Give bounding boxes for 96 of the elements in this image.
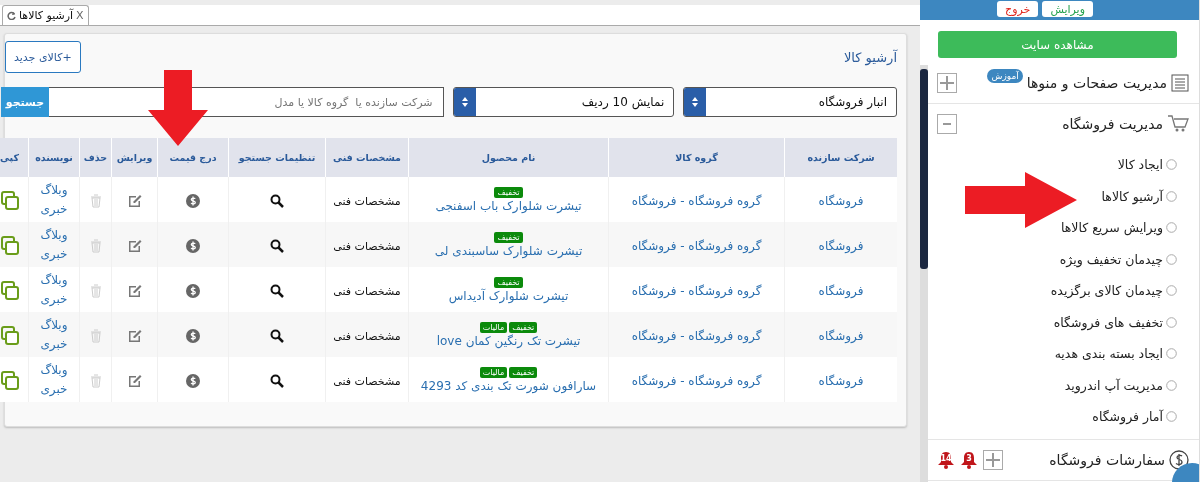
- search-icon[interactable]: [270, 328, 284, 343]
- tag: تخفیف: [494, 231, 523, 243]
- column-header[interactable]: کپی: [0, 138, 29, 177]
- copy-icon[interactable]: [0, 370, 19, 390]
- circle-bullet-icon: [1166, 411, 1177, 423]
- circle-bullet-icon: [1166, 222, 1177, 234]
- maker-link[interactable]: فروشگاه: [818, 239, 864, 253]
- circle-bullet-icon: [1166, 316, 1177, 328]
- dollar-icon[interactable]: [186, 328, 200, 343]
- menu-item[interactable]: ایجاد کالا: [1117, 157, 1163, 173]
- dollar-icon[interactable]: [186, 193, 200, 208]
- menu-item[interactable]: چیدمان کالای برگزیده: [1050, 283, 1163, 299]
- new-item-button[interactable]: +کالای جدید: [5, 41, 81, 73]
- search-icon[interactable]: [270, 238, 284, 253]
- circle-bullet-icon: [1166, 190, 1177, 202]
- column-header[interactable]: گروه کالا: [608, 138, 785, 177]
- edit-icon[interactable]: [127, 328, 142, 343]
- tag: مالیات: [479, 366, 508, 378]
- copy-icon[interactable]: [0, 280, 19, 300]
- maker-link[interactable]: فروشگاه: [818, 194, 864, 208]
- dropdown[interactable]: نمایش 10 ردیف: [452, 87, 675, 117]
- circle-bullet-icon: [1166, 253, 1177, 265]
- copy-icon[interactable]: [0, 190, 19, 210]
- menu-item[interactable]: مدیریت صفحات و منوها: [1026, 75, 1167, 91]
- menu-item[interactable]: آرشیو کالاها: [1101, 188, 1163, 204]
- specs-link[interactable]: مشخصات فنی: [333, 330, 401, 343]
- circle-bullet-icon: [1166, 379, 1177, 391]
- column-header[interactable]: مشخصات فنی: [325, 138, 409, 177]
- scroll-thumb[interactable]: [920, 69, 928, 269]
- edit-icon[interactable]: [127, 238, 142, 253]
- updown-icon: [691, 96, 700, 108]
- circle-bullet-icon: [1166, 348, 1177, 360]
- product-link[interactable]: تیشرت شلوارک باب اسفنجی: [435, 198, 582, 213]
- copy-icon[interactable]: [0, 325, 19, 345]
- tutorial-badge: آموزش: [987, 69, 1023, 83]
- column-header[interactable]: نام محصول: [408, 138, 609, 177]
- copy-icon[interactable]: [0, 235, 19, 255]
- circle-bullet-icon: [1166, 285, 1177, 297]
- search-icon[interactable]: [270, 373, 284, 388]
- column-header[interactable]: تنظیمات جستجو: [228, 138, 326, 177]
- group-link[interactable]: گروه فروشگاه - فروشگاه: [631, 329, 762, 343]
- search-button[interactable]: جستجو: [1, 87, 49, 117]
- edit-icon[interactable]: [127, 373, 142, 388]
- menu-item[interactable]: مدیریت فروشگاه: [1062, 116, 1163, 132]
- product-link[interactable]: تیشرت تک رنگین کمان love: [436, 333, 581, 348]
- menu-item[interactable]: مدیریت آپ اندروید: [1064, 377, 1163, 393]
- tab-title: آرشیو کالاها: [19, 9, 74, 22]
- close-button[interactable]: X: [76, 9, 84, 22]
- menu-item[interactable]: ایجاد بسته بندی هدیه: [1054, 346, 1163, 362]
- dollar-icon[interactable]: [186, 283, 200, 298]
- column-header[interactable]: ویرایش: [111, 138, 158, 177]
- dollar-icon[interactable]: [186, 373, 200, 388]
- dollar-icon[interactable]: [186, 238, 200, 253]
- search-icon[interactable]: [270, 283, 284, 298]
- author-link[interactable]: وبلاگ خبری: [36, 315, 72, 354]
- specs-link[interactable]: مشخصات فنی: [333, 240, 401, 253]
- edit-button[interactable]: ویرایش: [1042, 1, 1093, 17]
- author-link[interactable]: وبلاگ خبری: [36, 225, 72, 264]
- circle-bullet-icon: [1166, 159, 1177, 171]
- menu-item[interactable]: تخفیف های فروشگاه: [1053, 314, 1163, 330]
- edit-icon[interactable]: [127, 193, 142, 208]
- expand-icon[interactable]: [983, 449, 1003, 470]
- collapse-icon[interactable]: [937, 114, 957, 134]
- column-header[interactable]: شرکت سازنده: [784, 138, 897, 177]
- updown-icon: [460, 96, 469, 108]
- tag: تخفیف: [509, 366, 538, 378]
- logout-button[interactable]: خروج: [997, 1, 1039, 17]
- dollar-icon: [1169, 449, 1189, 470]
- column-header[interactable]: درج قیمت: [157, 138, 229, 177]
- menu-item[interactable]: چیدمان تخفیف ویژه: [1059, 251, 1163, 267]
- cart-icon: [1167, 114, 1189, 134]
- expand-icon[interactable]: [937, 73, 957, 93]
- maker-link[interactable]: فروشگاه: [818, 284, 864, 298]
- search-icon[interactable]: [270, 193, 284, 208]
- edit-icon[interactable]: [127, 283, 142, 298]
- search-field[interactable]: شرکت سازنده یا گروه کالا یا مدل: [48, 87, 444, 117]
- group-link[interactable]: گروه فروشگاه - فروشگاه: [631, 239, 762, 253]
- column-header[interactable]: حذف: [79, 138, 112, 177]
- tag: تخفیف: [509, 321, 538, 333]
- maker-link[interactable]: فروشگاه: [818, 329, 864, 343]
- product-link[interactable]: تیشرت شلوارک ساسبندی لی: [434, 243, 583, 258]
- dropdown[interactable]: انبار فروشگاه: [683, 87, 897, 117]
- scrollbar[interactable]: [920, 65, 928, 482]
- product-link[interactable]: تیشرت شلوارک آدیداس: [448, 288, 569, 303]
- menu-item[interactable]: آمار فروشگاه: [1092, 409, 1163, 425]
- menu-item[interactable]: سفارشات فروشگاه: [1049, 451, 1165, 468]
- list-icon: [1171, 74, 1189, 92]
- tag: تخفیف: [494, 276, 523, 288]
- product-link[interactable]: سارافون شورت تک بندی کد 4293: [420, 378, 597, 393]
- maker-link[interactable]: فروشگاه: [818, 374, 864, 388]
- tag: مالیات: [479, 321, 508, 333]
- column-header[interactable]: نویسنده: [28, 138, 80, 177]
- panel-title: آرشیو کالا: [843, 49, 897, 65]
- refresh-icon: [7, 11, 16, 20]
- tag: تخفیف: [494, 186, 523, 198]
- menu-item[interactable]: ویرایش سریع کالاها: [1060, 220, 1163, 236]
